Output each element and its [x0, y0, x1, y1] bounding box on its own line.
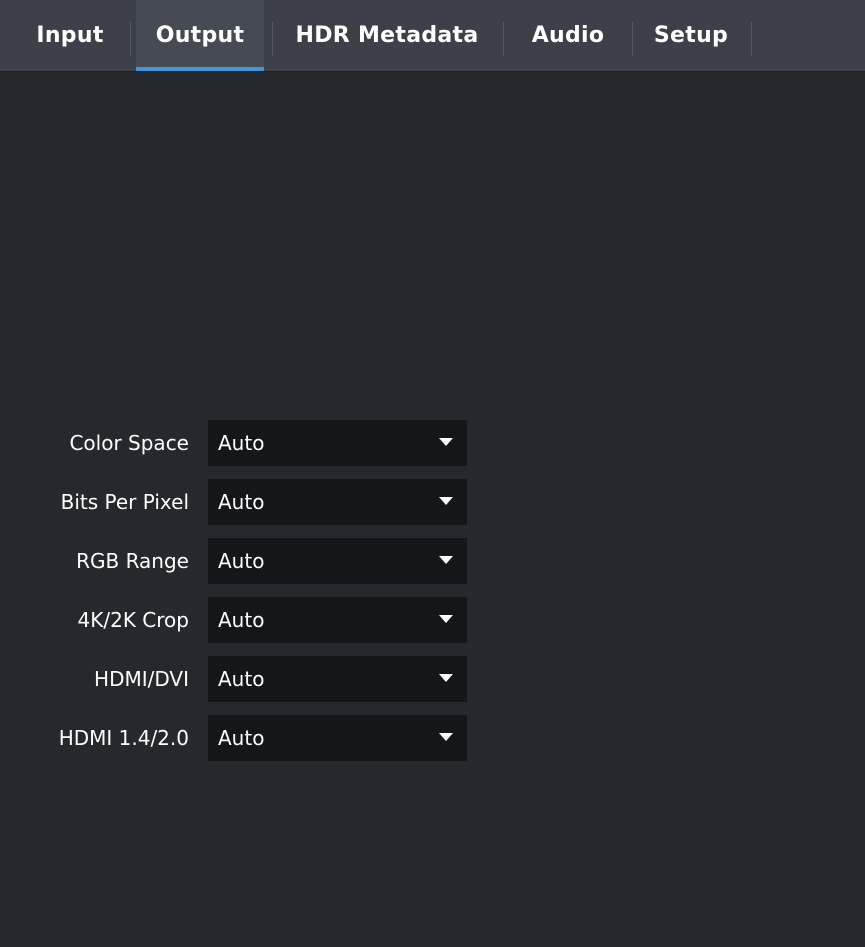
tab-separator: [632, 22, 633, 56]
active-tab-indicator: [136, 67, 264, 71]
tab-output[interactable]: Output: [136, 0, 264, 71]
setting-row-rgb-range: RGB Range Auto: [0, 538, 512, 584]
caret-down-icon: [439, 438, 453, 446]
tab-input[interactable]: Input: [18, 0, 122, 71]
setting-row-4k2k-crop: 4K/2K Crop Auto: [0, 597, 512, 643]
setting-row-hdmi-dvi: HDMI/DVI Auto: [0, 656, 512, 702]
hdmi-dvi-value: Auto: [218, 667, 265, 691]
tab-output-label: Output: [155, 23, 245, 48]
tab-setup-label: Setup: [653, 23, 729, 48]
rgb-range-label: RGB Range: [76, 549, 189, 573]
tab-hdr-metadata[interactable]: HDR Metadata: [282, 0, 492, 71]
color-space-value: Auto: [218, 431, 265, 455]
bits-per-pixel-value: Auto: [218, 490, 265, 514]
setting-row-bits-per-pixel: Bits Per Pixel Auto: [0, 479, 512, 525]
tab-input-label: Input: [36, 23, 104, 48]
4k2k-crop-select[interactable]: Auto: [208, 597, 467, 643]
tab-hdr-metadata-label: HDR Metadata: [295, 23, 479, 48]
tab-audio[interactable]: Audio: [516, 0, 620, 71]
output-settings-panel: Color Space Auto Bits Per Pixel Auto RGB…: [0, 403, 512, 786]
rgb-range-value: Auto: [218, 549, 265, 573]
rgb-range-select[interactable]: Auto: [208, 538, 467, 584]
tab-separator: [272, 22, 273, 56]
hdmi-version-label: HDMI 1.4/2.0: [58, 726, 189, 750]
hdmi-dvi-select[interactable]: Auto: [208, 656, 467, 702]
tab-setup[interactable]: Setup: [642, 0, 740, 71]
setting-row-hdmi-version: HDMI 1.4/2.0 Auto: [0, 715, 512, 761]
tab-bar: Input Output HDR Metadata Audio Setup: [0, 0, 865, 72]
caret-down-icon: [439, 674, 453, 682]
tab-audio-label: Audio: [531, 23, 605, 48]
setting-row-color-space: Color Space Auto: [0, 420, 512, 466]
4k2k-crop-value: Auto: [218, 608, 265, 632]
app-window: Input Output HDR Metadata Audio Setup Co…: [0, 0, 865, 947]
caret-down-icon: [439, 497, 453, 505]
tab-separator: [130, 22, 131, 56]
color-space-label: Color Space: [69, 431, 189, 455]
caret-down-icon: [439, 733, 453, 741]
tab-separator: [503, 22, 504, 56]
hdmi-version-select[interactable]: Auto: [208, 715, 467, 761]
bits-per-pixel-select[interactable]: Auto: [208, 479, 467, 525]
bits-per-pixel-label: Bits Per Pixel: [60, 490, 189, 514]
caret-down-icon: [439, 615, 453, 623]
hdmi-version-value: Auto: [218, 726, 265, 750]
tab-separator: [751, 22, 752, 56]
4k2k-crop-label: 4K/2K Crop: [77, 608, 189, 632]
color-space-select[interactable]: Auto: [208, 420, 467, 466]
caret-down-icon: [439, 556, 453, 564]
hdmi-dvi-label: HDMI/DVI: [94, 667, 189, 691]
